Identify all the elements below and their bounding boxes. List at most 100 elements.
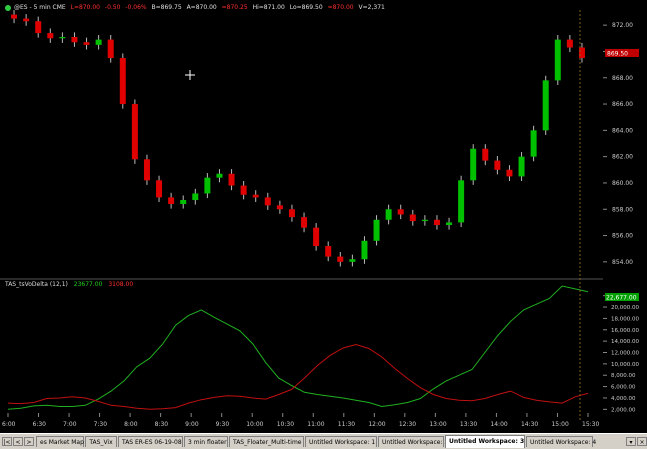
price-axis: 872.00870.00868.00866.00864.00862.00860.… (603, 22, 633, 266)
time-tick-label: 13:00 (429, 421, 446, 428)
candle-body (71, 36, 78, 43)
indicator-tick-label: 20,000.00 (611, 305, 639, 311)
candle-body (156, 180, 163, 198)
time-tick-label: 6:30 (33, 421, 47, 428)
workspace-tabs: |< < > ▾ × es Market Map TAS_Vix TAS ER-ES… (0, 433, 647, 449)
last-price-label: 869.50 (607, 51, 628, 58)
candle-body (119, 58, 126, 105)
indicator-axis: 22,000.0020,000.0018,000.0016,000.0014,0… (603, 294, 639, 413)
indicator-last-label: 22,677.00 (606, 295, 637, 302)
high-price: Hi=871.00 (252, 4, 285, 11)
candle-body (228, 173, 235, 186)
time-axis: 6:00 6:30 7:00 7:30 8:00 8:30 9:00 9:30 10:00 10:… (2, 413, 599, 428)
tab-menu-button[interactable]: ▾ (626, 437, 636, 446)
time-tick-label: 9:30 (216, 421, 230, 428)
candle-body (494, 160, 501, 170)
time-tick-label: 10:00 (246, 421, 263, 428)
workspace-tab[interactable]: Untitled Workspace: 1 (305, 436, 377, 447)
candle-body (433, 219, 440, 226)
indicator-title: TAS_tsVoDelta (12,1) 23677.00 3108.00 (5, 281, 133, 288)
candle-body (23, 18, 30, 22)
workspace-tab[interactable]: 3 min floater (184, 436, 228, 447)
workspace-tab[interactable]: Untitled Workspace: 4 (526, 436, 596, 447)
candle-body (313, 227, 320, 247)
candle-body (518, 156, 525, 177)
time-tick-label: 6:00 (2, 421, 16, 428)
tab-next-button[interactable]: > (24, 437, 34, 446)
chart-canvas[interactable]: 872.00870.00868.00866.00864.00862.00860.… (0, 0, 647, 433)
gear-icon[interactable] (5, 4, 11, 11)
price-tick-label: 866.00 (612, 101, 633, 108)
candle-body (204, 177, 211, 194)
chart-window: 872.00870.00868.00866.00864.00862.00860.… (0, 0, 647, 449)
price-candles (11, 10, 585, 267)
candle-body (506, 169, 513, 177)
candle-body (554, 39, 561, 81)
price-tick-label: 862.00 (612, 154, 633, 161)
candle-body (397, 209, 404, 215)
candle-body (143, 159, 150, 181)
candle-body (216, 173, 223, 178)
candle-body (288, 209, 295, 218)
candle-body (95, 39, 102, 45)
time-tick-label: 8:00 (124, 421, 138, 428)
candle-body (264, 197, 271, 206)
candle-body (409, 214, 416, 222)
tab-close-button[interactable]: × (637, 437, 647, 446)
tab-first-button[interactable]: |< (2, 437, 12, 446)
ask-price: A=870.00 (186, 4, 217, 11)
time-tick-label: 15:00 (551, 421, 568, 428)
workspace-tab[interactable]: TAS_Vix (85, 436, 117, 447)
ask2-price: =870.25 (221, 4, 248, 11)
workspace-tab[interactable]: es Market Map (36, 436, 84, 447)
indicator-tick-label: 2,000.00 (611, 407, 636, 413)
candle-body (35, 21, 42, 34)
candle-body (131, 104, 138, 160)
time-tick-label: 12:00 (368, 421, 385, 428)
indicator-tick-label: 12,000.00 (611, 351, 639, 357)
workspace-tab[interactable]: TAS ER-ES 06-19-08 (118, 436, 183, 447)
candle-body (83, 42, 90, 45)
candle-body (192, 193, 199, 201)
candle-body (542, 80, 549, 131)
time-tick-label: 13:30 (460, 421, 477, 428)
candle-body (301, 217, 308, 228)
time-tick-label: 11:30 (338, 421, 355, 428)
indicator-tick-label: 6,000.00 (611, 385, 636, 391)
candle-body (337, 256, 344, 262)
time-tick-label: 11:00 (307, 421, 324, 428)
candle-body (421, 219, 428, 222)
price-tick-label: 854.00 (612, 259, 633, 266)
price-tick-label: 868.00 (612, 75, 633, 82)
time-tick-label: 8:30 (155, 421, 169, 428)
tab-prev-button[interactable]: < (13, 437, 23, 446)
indicator-tick-label: 16,000.00 (611, 328, 639, 334)
price-tick-label: 860.00 (612, 180, 633, 187)
candle-body (107, 39, 114, 59)
last-price: L=870.00 (70, 4, 100, 11)
candle-body (349, 259, 356, 262)
net-change: -0.50 (104, 4, 121, 11)
indicator-tick-label: 4,000.00 (611, 396, 636, 402)
indicator-tick-label: 18,000.00 (611, 316, 639, 322)
time-tick-label: 14:30 (521, 421, 538, 428)
time-tick-label: 7:30 (94, 421, 108, 428)
candle-body (168, 197, 175, 204)
candle-body (470, 148, 477, 181)
candle-body (252, 194, 259, 198)
indicator-series-line (7, 285, 589, 410)
candle-body (180, 200, 187, 204)
candle-body (47, 33, 54, 39)
time-tick-label: 14:00 (490, 421, 507, 428)
price-tick-label: 864.00 (612, 127, 633, 134)
price-tick-label: 872.00 (612, 22, 633, 29)
candle-body (361, 240, 368, 260)
indicator-tick-label: 14,000.00 (611, 339, 639, 345)
workspace-tab[interactable]: Untitled Workspace: 2 (378, 436, 448, 447)
workspace-tab[interactable]: TAS_Floater_Multi-time (229, 436, 304, 447)
bid-price: B=869.75 (151, 4, 182, 11)
workspace-tab[interactable]: Untitled Workspace: 3 (445, 435, 525, 448)
candle-body (458, 180, 465, 223)
symbol-label: @ES - 5 min CME (14, 4, 66, 11)
candle-body (566, 39, 573, 48)
